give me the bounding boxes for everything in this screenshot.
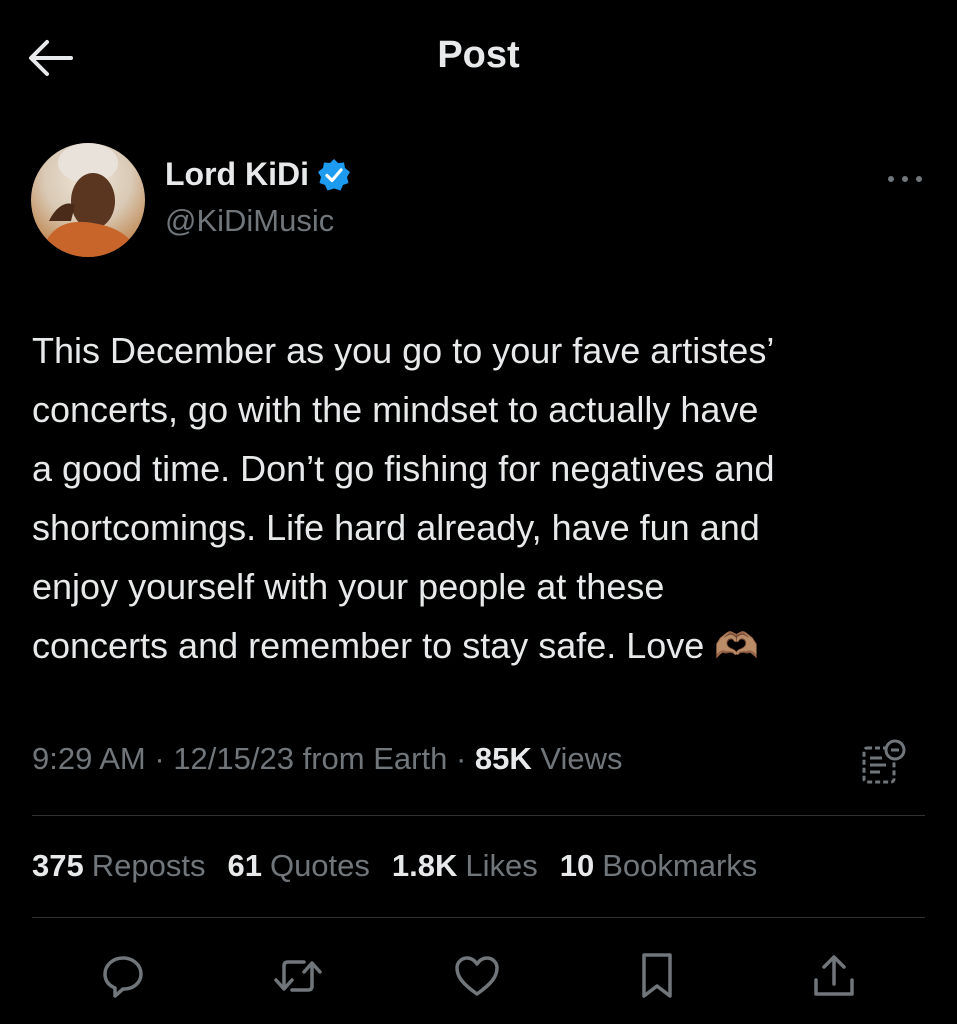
avatar-photo (41, 143, 139, 257)
post-text-line: concerts, go with the mindset to actuall… (32, 389, 759, 430)
page-title: Post (437, 34, 520, 76)
post-analytics-icon (862, 739, 906, 784)
share-button[interactable] (806, 948, 862, 1004)
views-count: 85K (474, 741, 532, 776)
bookmarks-count: 10 (559, 848, 595, 883)
reposts-count: 375 (32, 848, 84, 883)
likes-count: 1.8K (391, 848, 458, 883)
post-text-line-last: concerts and remember to stay safe. Love… (32, 616, 932, 675)
more-options-button[interactable] (880, 163, 930, 195)
post-date[interactable]: 12/15/23 (173, 741, 294, 776)
post-text-line: shortcomings. Life hard already, have fu… (32, 507, 760, 548)
post-meta: 9:29 AM · 12/15/23 from Earth · 85K View… (32, 741, 623, 776)
author-handle[interactable]: @KiDiMusic (165, 203, 334, 239)
repost-icon (274, 960, 322, 992)
share-icon (814, 955, 854, 996)
top-bar: Post (0, 0, 957, 112)
bookmark-icon (642, 953, 672, 998)
reply-icon (103, 956, 143, 998)
post-source: from Earth (302, 741, 448, 776)
reposts-label: Reposts (91, 848, 206, 883)
post-text: This December as you go to your fave art… (32, 321, 932, 675)
bookmarks-stat[interactable]: 10 Bookmarks (560, 848, 758, 884)
heart-hands-emoji: 🫶🏽 (714, 625, 760, 666)
engagement-stats: 375 Reposts 61 Quotes 1.8K Likes 10 Bookmark… (32, 848, 757, 884)
views-label: Views (540, 741, 623, 776)
quotes-label: Quotes (269, 848, 370, 883)
author-name: Lord KiDi (165, 156, 309, 192)
bookmark-button[interactable] (629, 948, 685, 1004)
post-text-line: This December as you go to your fave art… (32, 330, 775, 371)
avatar[interactable] (31, 143, 145, 257)
analytics-button[interactable] (858, 738, 908, 788)
action-bar (0, 940, 957, 1010)
post-text-line-content: concerts and remember to stay safe. Love (32, 625, 705, 666)
verified-badge-icon (317, 158, 350, 190)
reply-button[interactable] (95, 948, 151, 1004)
author-name-row[interactable]: Lord KiDi (165, 156, 351, 193)
repost-button[interactable] (270, 948, 326, 1004)
divider (32, 815, 925, 816)
post-time[interactable]: 9:29 AM (32, 741, 146, 776)
like-button[interactable] (449, 948, 505, 1004)
quotes-stat[interactable]: 61 Quotes (227, 848, 369, 884)
quotes-count: 61 (227, 848, 262, 883)
likes-label: Likes (465, 848, 538, 883)
heart-icon (455, 956, 499, 996)
post-text-line: a good time. Don’t go fishing for negati… (32, 448, 775, 489)
more-horizontal-icon (888, 176, 922, 182)
likes-stat[interactable]: 1.8K Likes (392, 848, 538, 884)
divider (32, 917, 925, 918)
bookmarks-label: Bookmarks (602, 848, 758, 883)
post-text-line: enjoy yourself with your people at these (32, 566, 665, 607)
reposts-stat[interactable]: 375 Reposts (32, 848, 205, 884)
